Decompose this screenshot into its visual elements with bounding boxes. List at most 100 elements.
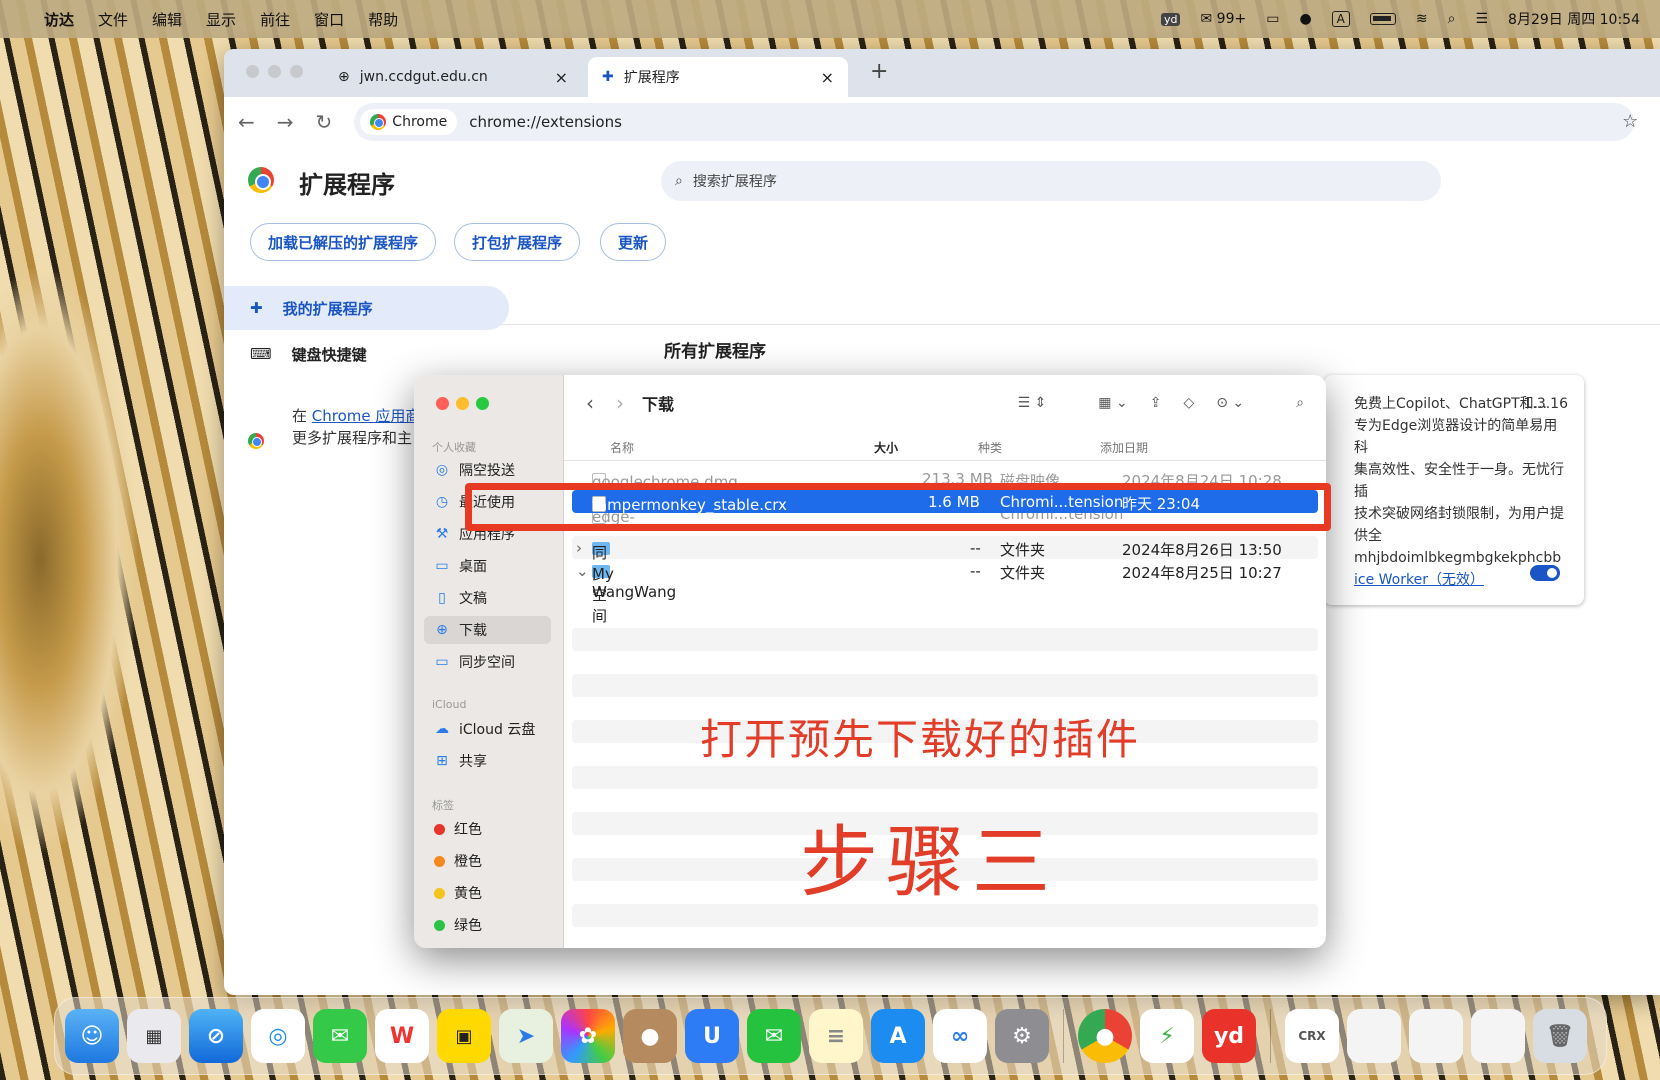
bookmark-star-icon[interactable]: ☆ [1622,111,1638,132]
clock[interactable]: 8月29日 周四 10:54 [1508,9,1640,29]
nav-label: 键盘快捷键 [291,345,367,364]
xmind-app-icon[interactable]: ⚡ [1140,1009,1194,1063]
tab-jwn[interactable]: ⊕ jwn.ccdgut.edu.cn × [324,57,582,97]
disclosure-chevron-icon[interactable]: ⌄ [576,562,589,580]
sidebar-item-icloud-drive[interactable]: ☁ iCloud 云盘 [424,715,551,743]
minimize-window-button[interactable] [268,65,281,78]
load-unpacked-button[interactable]: 加载已解压的扩展程序 [250,223,437,261]
column-date[interactable]: 添加日期 [1100,439,1148,456]
keyboard-icon: ⌨ [250,345,272,363]
display-icon[interactable]: ▭ [1266,11,1279,27]
baidu-netdisk-app-icon[interactable]: ∞ [933,1009,987,1063]
close-window-button[interactable] [436,397,449,410]
pack-extension-button[interactable]: 打包扩展程序 [454,223,581,261]
wps-app-icon[interactable]: W [375,1009,429,1063]
more-icon[interactable]: ⊙ ⌄ [1216,395,1244,411]
nav-label: 我的扩展程序 [282,299,373,318]
maps-app-icon[interactable]: ➤ [499,1009,553,1063]
control-center-icon[interactable]: ☰ [1475,11,1488,27]
zoom-window-button[interactable] [476,397,489,410]
folder-row[interactable]: › 同步空间 -- 文件夹 2024年8月26日 13:50 [572,536,1318,625]
forward-icon[interactable]: › [616,391,624,415]
sidebar-item-downloads[interactable]: ⊕ 下载 [424,616,551,644]
store-prefix: 在 [292,407,308,425]
group-icon[interactable]: ▦ ⌄ [1098,395,1127,411]
close-tab-icon[interactable]: × [821,68,834,87]
column-name[interactable]: 名称 [610,439,634,456]
recent-window-thumbnail[interactable] [1347,1009,1401,1063]
url-text: chrome://extensions [469,113,622,131]
battery-icon[interactable] [1369,13,1396,25]
site-chip[interactable]: Chrome [360,109,458,135]
close-window-button[interactable] [246,65,259,78]
zoom-window-button[interactable] [290,65,303,78]
omnibox[interactable]: Chrome chrome://extensions ☆ [354,103,1638,141]
nav-my-extensions[interactable]: ✚ 我的扩展程序 [224,286,509,330]
youdao-status-icon[interactable]: yd [1160,12,1181,26]
menu-finder[interactable]: 访达 [44,9,74,30]
column-kind[interactable]: 种类 [978,439,1002,456]
menu-edit[interactable]: 编辑 [152,9,182,30]
sidebar-item-airdrop[interactable]: ◎ 隔空投送 [424,456,551,484]
share-icon[interactable]: ⇪ [1150,395,1162,411]
back-icon[interactable]: ← [238,110,255,134]
contacts-app-icon[interactable]: ● [623,1009,677,1063]
youdao-app-icon[interactable]: yd [1202,1009,1256,1063]
back-icon[interactable]: ‹ [586,391,594,415]
u-app-icon[interactable]: U [685,1009,739,1063]
wechat-status-icon[interactable]: ✉ 99+ [1200,11,1246,27]
menu-view[interactable]: 显示 [206,9,236,30]
tag-icon[interactable]: ◇ [1183,395,1194,411]
wechat-app-icon[interactable]: ✉ [747,1009,801,1063]
sidebar-tag-orange[interactable]: 橙色 [424,847,551,875]
chat-app-icon[interactable]: ◎ [251,1009,305,1063]
xianyu-app-icon[interactable]: ▣ [437,1009,491,1063]
sidebar-tag-yellow[interactable]: 黄色 [424,879,551,907]
menu-window[interactable]: 窗口 [314,9,344,30]
list-view-icon[interactable]: ☰ ⇕ [1018,395,1047,411]
recent-window-thumbnail[interactable] [1409,1009,1463,1063]
webstore-link[interactable]: Chrome 应用商 [312,407,421,425]
sidebar-item-sync-space[interactable]: ▭ 同步空间 [424,648,551,676]
new-tab-button[interactable]: + [870,59,888,84]
sidebar-item-documents[interactable]: ▯ 文稿 [424,584,551,612]
tab-extensions[interactable]: ✚ 扩展程序 × [588,57,848,97]
extension-toggle[interactable] [1530,565,1560,581]
nav-keyboard-shortcuts[interactable]: ⌨ 键盘快捷键 [224,332,509,376]
menu-go[interactable]: 前往 [260,9,290,30]
folder-row[interactable]: ⌄ My WangWang -- 文件夹 2024年8月25日 10:27 [572,559,1318,601]
notes-app-icon[interactable]: ≡ [809,1009,863,1063]
trash-icon[interactable]: 🗑 [1533,1009,1587,1063]
minimize-window-button[interactable] [456,397,469,410]
update-button[interactable]: 更新 [600,223,667,261]
sidebar-tag-red[interactable]: 红色 [424,815,551,843]
menu-help[interactable]: 帮助 [368,9,398,30]
step-label: 步骤三 [800,818,1059,908]
launchpad-app-icon[interactable]: ▦ [127,1009,181,1063]
app-store-icon[interactable]: A [871,1009,925,1063]
reload-icon[interactable]: ↻ [316,110,333,134]
messages-app-icon[interactable]: ✉ [313,1009,367,1063]
forward-icon[interactable]: → [277,110,294,134]
input-source[interactable]: A [1331,11,1350,27]
user-icon[interactable]: ● [1299,11,1311,27]
column-size[interactable]: 大小 [874,439,898,456]
sidebar-item-desktop[interactable]: ▭ 桌面 [424,552,551,580]
menu-file[interactable]: 文件 [98,9,128,30]
finder-sidebar: 个人收藏 ◎ 隔空投送 ◷ 最近使用 ⚒ 应用程序 ▭ 桌面 ▯ 文稿 ⊕ 下载 ▭ 同步空间… [414,375,564,948]
system-settings-app-icon[interactable]: ⚙ [995,1009,1049,1063]
spotlight-icon[interactable]: ⌕ [1448,11,1456,27]
photos-app-icon[interactable]: ✿ [561,1009,615,1063]
close-tab-icon[interactable]: × [555,68,568,87]
search-extensions-input[interactable]: ⌕ 搜索扩展程序 [661,161,1441,201]
crx-file-icon[interactable]: CRX [1285,1009,1339,1063]
chrome-app-icon[interactable]: ● [1078,1009,1132,1063]
safari-app-icon[interactable]: ⊘ [189,1009,243,1063]
disclosure-chevron-icon[interactable]: › [576,539,582,557]
search-icon[interactable]: ⌕ [1296,395,1304,411]
wifi-icon[interactable]: ≋ [1416,11,1428,27]
sidebar-tag-green[interactable]: 绿色 [424,911,551,939]
sidebar-item-shared[interactable]: ⊞ 共享 [424,747,551,775]
finder-app-icon[interactable]: ☺ [65,1009,119,1063]
recent-window-thumbnail[interactable] [1471,1009,1525,1063]
